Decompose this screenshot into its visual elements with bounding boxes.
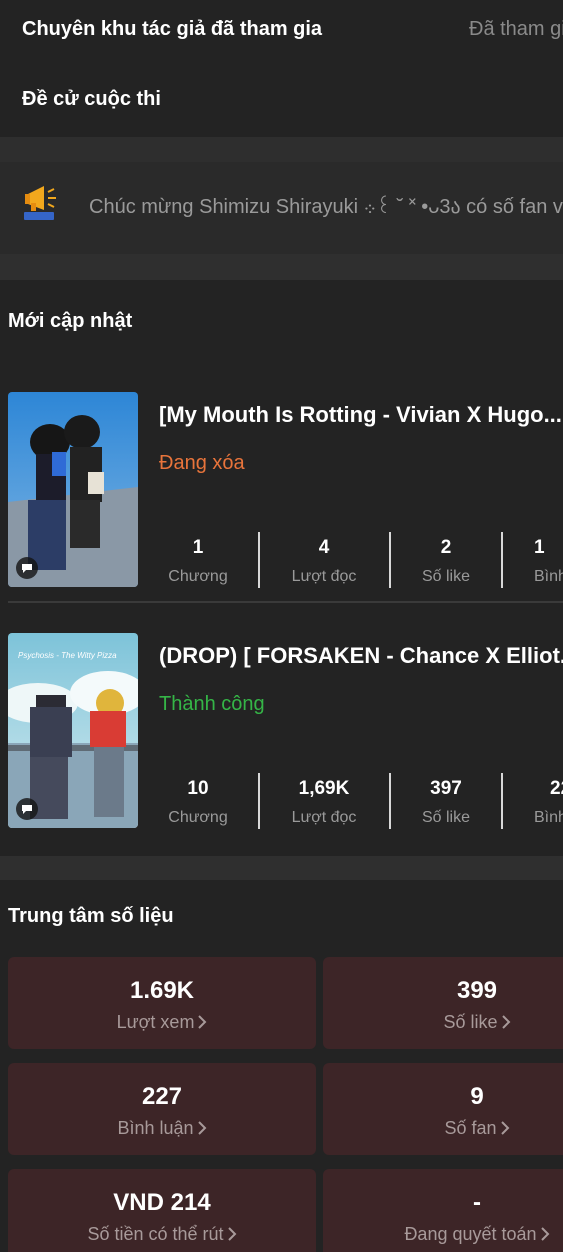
stat-label: Số like bbox=[421, 809, 471, 826]
joined-zone-label[interactable]: Chuyên khu tác giả đã tham gia bbox=[22, 18, 322, 41]
fans-card[interactable]: 9 Số fan bbox=[323, 1063, 563, 1155]
stat-divider bbox=[501, 532, 503, 588]
stat-comments: 1 Bình luận bbox=[512, 536, 563, 589]
comments-card[interactable]: 227 Bình luận bbox=[8, 1063, 316, 1155]
chevron-right-icon bbox=[197, 1116, 207, 1142]
withdrawable-value: VND 214 bbox=[113, 1189, 211, 1216]
views-label: Lượt xem bbox=[116, 1012, 195, 1032]
stat-value: 2 bbox=[440, 537, 452, 558]
comments-value: 227 bbox=[141, 1083, 183, 1110]
stat-label: Bình luận bbox=[534, 568, 563, 585]
fans-value: 9 bbox=[470, 1083, 484, 1110]
stat-value: 1,69K bbox=[298, 778, 350, 799]
book-title[interactable]: [My Mouth Is Rotting - Vivian X Hugo... bbox=[159, 402, 562, 428]
stat-divider bbox=[501, 773, 503, 829]
contest-nomination-label[interactable]: Đề cử cuộc thi bbox=[22, 88, 161, 111]
data-center-title: Trung tâm số liệu bbox=[8, 905, 174, 927]
stat-label: Lượt đọc bbox=[291, 809, 357, 826]
chevron-right-icon bbox=[198, 1010, 207, 1036]
stat-value: 1 bbox=[192, 537, 204, 558]
section-divider bbox=[0, 137, 563, 162]
likes-card[interactable]: 399 Số like bbox=[323, 957, 563, 1049]
stat-reads: 1,69K Lượt đọc bbox=[269, 777, 379, 830]
book-status: Thành công bbox=[159, 693, 265, 715]
stat-label: Chương bbox=[168, 568, 228, 585]
book-cover[interactable]: Psychosis - The Witty Pizza bbox=[8, 633, 138, 828]
settling-label: Đang quyết toán bbox=[404, 1224, 537, 1244]
book-cover[interactable] bbox=[8, 392, 138, 587]
stat-likes: 2 Số like bbox=[391, 536, 501, 589]
chevron-right-icon bbox=[500, 1116, 510, 1142]
section-divider bbox=[0, 856, 563, 880]
likes-value: 399 bbox=[456, 977, 498, 1004]
views-label-row: Lượt xem bbox=[8, 1009, 316, 1036]
data-center-panel: Trung tâm số liệu 1.69K Lượt xem 399 Số … bbox=[0, 880, 563, 1252]
comments-label-row: Bình luận bbox=[8, 1115, 316, 1142]
withdrawable-label-row: Số tiền có thể rút bbox=[8, 1221, 316, 1248]
stat-comments: 227 Bình luận bbox=[512, 777, 563, 830]
fans-label: Số fan bbox=[444, 1118, 497, 1138]
views-card[interactable]: 1.69K Lượt xem bbox=[8, 957, 316, 1049]
announcement-bar[interactable]: Chúc mừng Shimizu Shirayuki ܀꒰ ˘ ˟ •ᴗ3ა … bbox=[0, 162, 563, 254]
stat-divider bbox=[258, 773, 260, 829]
settling-value: - bbox=[473, 1189, 481, 1216]
stat-label: Bình luận bbox=[534, 809, 563, 826]
withdrawable-card[interactable]: VND 214 Số tiền có thể rút bbox=[8, 1169, 316, 1252]
stat-reads: 4 Lượt đọc bbox=[269, 536, 379, 589]
likes-label-row: Số like bbox=[323, 1009, 563, 1036]
section-divider bbox=[0, 254, 563, 280]
menu-panel: Chuyên khu tác giả đã tham gia Đã tham g… bbox=[0, 0, 563, 137]
settling-label-row: Đang quyết toán bbox=[323, 1221, 563, 1248]
book-title[interactable]: (DROP) [ FORSAKEN - Chance X Elliot... bbox=[159, 643, 563, 669]
chat-bubble-icon bbox=[16, 798, 38, 820]
cover-caption: Psychosis - The Witty Pizza bbox=[18, 651, 117, 660]
updates-panel: Mới cập nhật [My Mouth Is Rotting - Vivi… bbox=[0, 280, 563, 856]
stat-divider bbox=[258, 532, 260, 588]
stat-value: 1 bbox=[534, 537, 545, 558]
list-divider bbox=[8, 601, 563, 603]
chat-bubble-icon bbox=[16, 557, 38, 579]
stat-value: 4 bbox=[318, 537, 330, 558]
views-value: 1.69K bbox=[129, 977, 195, 1004]
book-status: Đang xóa bbox=[159, 452, 245, 474]
stat-chapters: 10 Chương bbox=[143, 777, 253, 830]
stat-chapters: 1 Chương bbox=[143, 536, 253, 589]
updates-title: Mới cập nhật bbox=[8, 310, 133, 332]
fans-label-row: Số fan bbox=[323, 1115, 563, 1142]
comments-label: Bình luận bbox=[117, 1118, 194, 1138]
stat-label: Lượt đọc bbox=[291, 568, 357, 585]
joined-zone-value[interactable]: Đã tham gia bbox=[469, 18, 563, 41]
withdrawable-label: Số tiền có thể rút bbox=[87, 1224, 224, 1244]
stat-value: 10 bbox=[187, 778, 209, 799]
chevron-right-icon bbox=[540, 1222, 550, 1248]
stat-value: 397 bbox=[430, 778, 462, 799]
stat-label: Số like bbox=[421, 568, 471, 585]
stat-label: Chương bbox=[168, 809, 228, 826]
announcement-text: Chúc mừng Shimizu Shirayuki ܀꒰ ˘ ˟ •ᴗ3ა … bbox=[89, 196, 563, 218]
chevron-right-icon bbox=[227, 1222, 237, 1248]
megaphone-icon bbox=[22, 180, 62, 224]
settling-card[interactable]: - Đang quyết toán bbox=[323, 1169, 563, 1252]
likes-label: Số like bbox=[443, 1012, 498, 1032]
stat-value: 227 bbox=[550, 778, 563, 799]
chevron-right-icon bbox=[501, 1010, 511, 1036]
stat-likes: 397 Số like bbox=[391, 777, 501, 830]
